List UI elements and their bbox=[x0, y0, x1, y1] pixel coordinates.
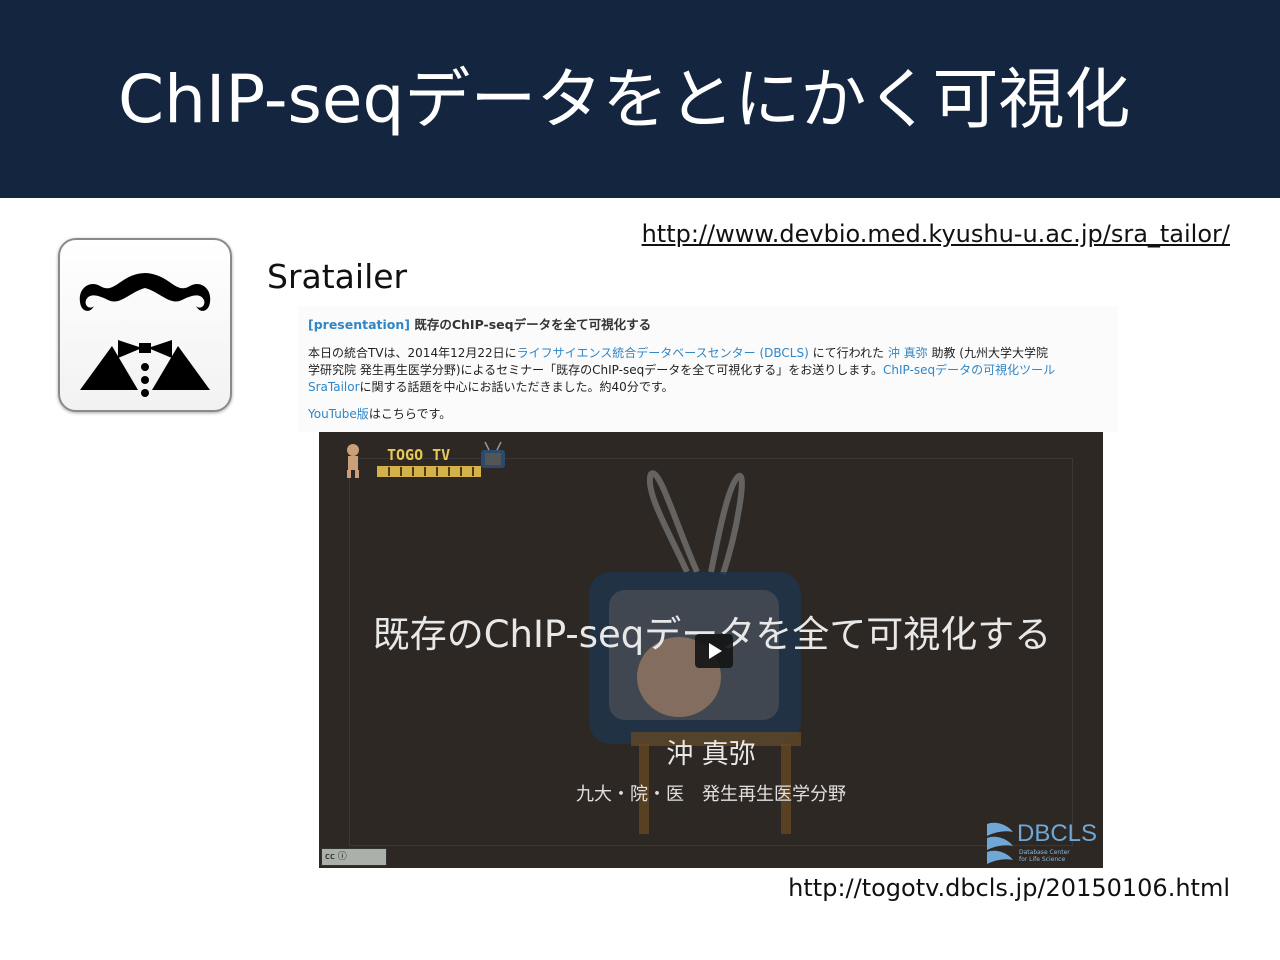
slide-header: ChIP-seqデータをとにかく可視化 bbox=[0, 0, 1280, 198]
excerpt-text: に関する話題を中心にお話いただきました。約40分です。 bbox=[359, 380, 674, 394]
excerpt-line-1: 本日の統合TVは、2014年12月22日にライフサイエンス統合データベースセンタ… bbox=[308, 344, 1048, 361]
speaker-link[interactable]: 沖 真弥 bbox=[888, 346, 928, 360]
excerpt-line-3: SraTailorに関する話題を中心にお話いただきました。約40分です。 bbox=[308, 378, 674, 395]
excerpt-line-2: 学研究院 発生再生医学分野)によるセミナー「既存のChIP-seqデータを全て可… bbox=[308, 361, 1055, 378]
dbcls-sub-line-1: Database Center bbox=[1019, 849, 1070, 856]
sra-tailor-url-link[interactable]: http://www.devbio.med.kyushu-u.ac.jp/sra… bbox=[642, 220, 1230, 248]
slide-title: ChIP-seqデータをとにかく可視化 bbox=[118, 61, 1131, 138]
dbcls-sub-line-2: for Life Science bbox=[1019, 856, 1066, 863]
mustache-tuxedo-icon bbox=[58, 238, 232, 412]
excerpt-text: 本日の統合TVは、2014年12月22日に bbox=[308, 346, 517, 360]
togotv-url-link[interactable]: http://togotv.dbcls.jp/20150106.html bbox=[788, 874, 1230, 902]
excerpt-line-4: YouTube版はこちらです。 bbox=[308, 405, 451, 422]
excerpt-text: 学研究院 発生再生医学分野)によるセミナー「既存のChIP-seqデータを全て可… bbox=[308, 363, 884, 377]
speaker-affiliation: 九大・院・医 発生再生医学分野 bbox=[576, 784, 846, 805]
excerpt-text: はこちらです。 bbox=[368, 407, 452, 421]
togo-tv-logo: TOGO TV bbox=[331, 438, 511, 478]
play-icon[interactable] bbox=[695, 634, 733, 668]
visualization-tool-link[interactable]: ChIP-seqデータの可視化ツール bbox=[883, 363, 1055, 377]
togo-tv-logo-stripe bbox=[377, 466, 481, 477]
dbcls-logo-subtitle: Database Center for Life Science bbox=[1019, 849, 1070, 863]
togo-tv-logo-text: TOGO TV bbox=[387, 446, 451, 464]
webpage-excerpt: [presentation] 既存のChIP-seqデータを全て可視化する 本日… bbox=[298, 306, 1118, 432]
excerpt-heading: [presentation] 既存のChIP-seqデータを全て可視化する bbox=[308, 314, 651, 333]
excerpt-heading-text: 既存のChIP-seqデータを全て可視化する bbox=[410, 317, 652, 332]
youtube-link[interactable]: YouTube版 bbox=[308, 407, 369, 421]
app-name: Sratailer bbox=[267, 257, 408, 296]
excerpt-text: 助教 (九州大学大学院 bbox=[927, 346, 1048, 360]
video-player[interactable]: TOGO TV 既存のChIP-seqデータを全て可視化する 沖 真弥 九大・院… bbox=[319, 432, 1103, 868]
excerpt-text: にて行われた bbox=[808, 346, 888, 360]
dbcls-link[interactable]: ライフサイエンス統合データベースセンター (DBCLS) bbox=[517, 346, 809, 360]
dbcls-logo: DBCLS Database Center for Life Science bbox=[983, 818, 1099, 864]
creative-commons-icon: cc ⓘ bbox=[321, 848, 387, 866]
sratailor-link[interactable]: SraTailor bbox=[308, 380, 360, 394]
speaker-name: 沖 真弥 bbox=[666, 739, 756, 770]
dbcls-logo-text: DBCLS bbox=[1017, 820, 1098, 847]
presentation-tag-link[interactable]: [presentation] bbox=[308, 317, 410, 332]
